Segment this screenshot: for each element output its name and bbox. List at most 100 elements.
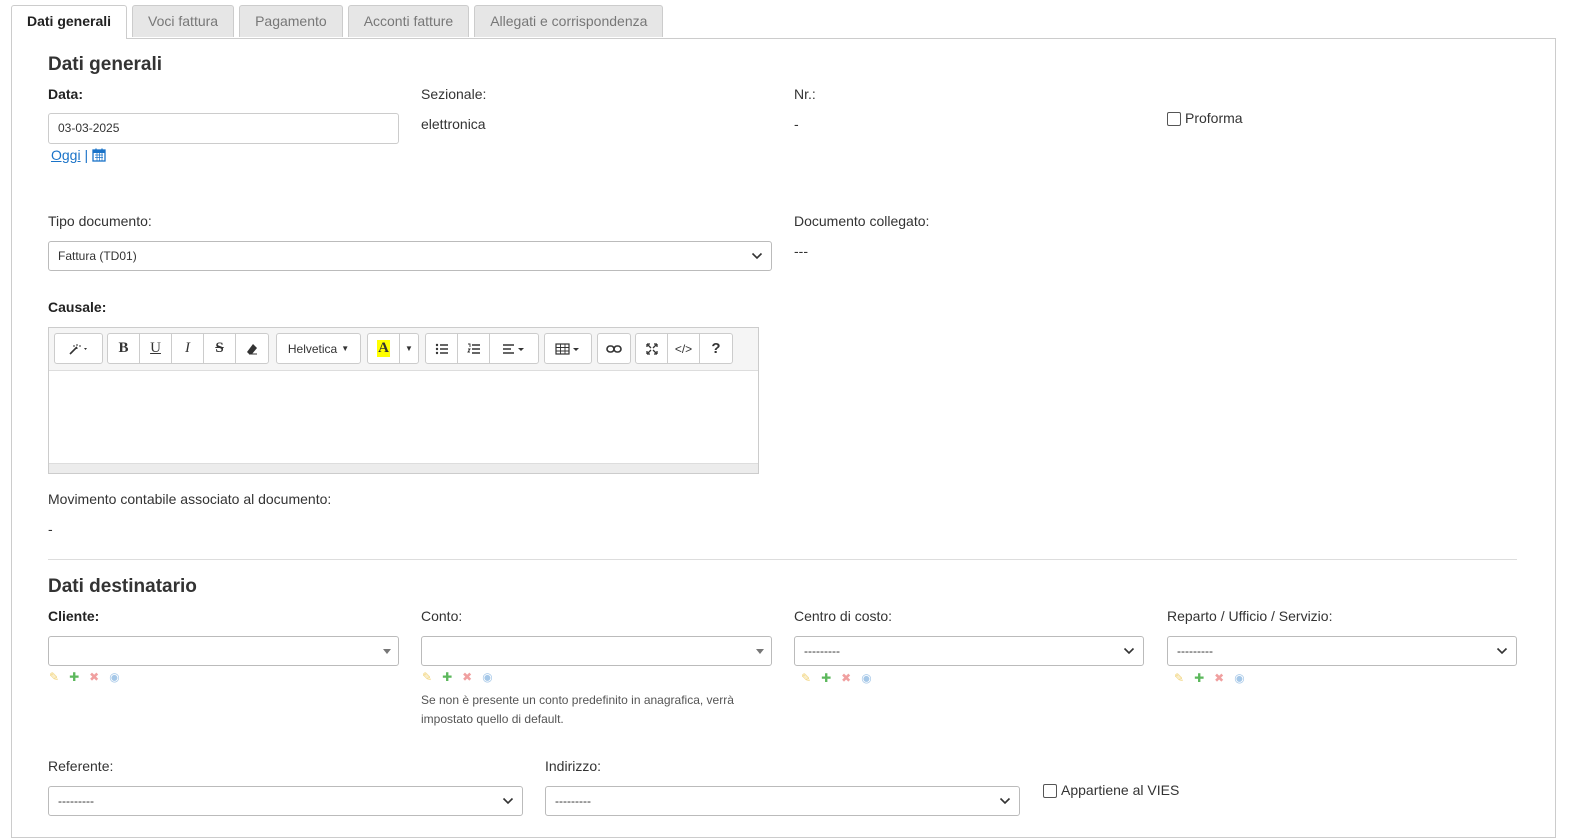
help-button[interactable]: ?: [700, 334, 732, 363]
centro-costo-actions: ✎ ✚ ✖ ◉: [801, 671, 872, 685]
cliente-select[interactable]: [48, 636, 399, 666]
fullscreen-icon[interactable]: [636, 334, 668, 363]
chevron-down-icon: [502, 787, 514, 825]
format-group: B U I S: [107, 333, 269, 364]
caret-down-icon: [756, 649, 764, 654]
tab-acconti-fatture[interactable]: Acconti fatture: [347, 5, 470, 37]
font-group: Helvetica ▼: [276, 333, 361, 364]
nr-label: Nr.:: [794, 86, 816, 102]
cliente-label: Cliente:: [48, 608, 100, 624]
font-name-dropdown[interactable]: Helvetica ▼: [277, 334, 360, 363]
bold-button[interactable]: B: [108, 334, 140, 363]
eye-icon[interactable]: ◉: [861, 671, 871, 685]
conto-help-text: Se non è presente un conto predefinito i…: [421, 693, 734, 726]
text-color-button[interactable]: A: [368, 334, 400, 363]
table-icon[interactable]: [545, 334, 591, 363]
close-icon[interactable]: ✖: [1214, 671, 1224, 685]
documento-collegato-label: Documento collegato:: [794, 213, 930, 229]
section-title-recipient: Dati destinatario: [48, 576, 197, 597]
italic-button[interactable]: I: [172, 334, 204, 363]
pencil-icon[interactable]: ✎: [801, 671, 811, 685]
reparto-label: Reparto / Ufficio / Servizio:: [1167, 608, 1333, 624]
plus-icon[interactable]: ✚: [1194, 671, 1204, 685]
chevron-down-icon: [751, 242, 763, 280]
magic-style-button[interactable]: [55, 334, 102, 363]
centro-costo-select[interactable]: ---------: [794, 636, 1144, 666]
reparto-select[interactable]: ---------: [1167, 636, 1517, 666]
data-input[interactable]: 03-03-2025: [48, 113, 399, 144]
pencil-icon[interactable]: ✎: [1174, 671, 1184, 685]
pencil-icon[interactable]: ✎: [49, 670, 59, 684]
sezionale-value: elettronica: [421, 116, 486, 132]
color-dropdown-button[interactable]: ▼: [400, 334, 418, 363]
indirizzo-value: ---------: [555, 794, 591, 808]
eye-icon[interactable]: ◉: [482, 670, 492, 684]
centro-costo-label: Centro di costo:: [794, 608, 893, 624]
referente-label: Referente:: [48, 758, 114, 774]
eye-icon[interactable]: ◉: [109, 670, 119, 684]
editor-content-area[interactable]: [49, 371, 758, 465]
calendar-icon[interactable]: [92, 148, 106, 165]
causale-label: Causale:: [48, 299, 107, 315]
conto-actions: ✎ ✚ ✖ ◉: [422, 670, 493, 684]
movimento-value: -: [48, 521, 53, 537]
section-title-general: Dati generali: [48, 54, 163, 75]
caret-down-icon: [383, 649, 391, 654]
chevron-down-icon: [1123, 637, 1135, 675]
data-label: Data:: [48, 86, 84, 102]
section-divider: [48, 559, 1517, 560]
indirizzo-label: Indirizzo:: [545, 758, 602, 774]
strikethrough-button[interactable]: S: [204, 334, 236, 363]
separator: |: [84, 147, 89, 163]
tipo-documento-value: Fattura (TD01): [58, 249, 137, 263]
tipo-documento-select[interactable]: Fattura (TD01): [48, 241, 772, 271]
conto-label: Conto:: [421, 608, 463, 624]
ordered-list-icon[interactable]: [458, 334, 490, 363]
tab-allegati[interactable]: Allegati e corrispondenza: [474, 5, 664, 37]
tab-voci-fattura[interactable]: Voci fattura: [132, 5, 235, 37]
cliente-actions: ✎ ✚ ✖ ◉: [49, 670, 120, 684]
list-group: [425, 333, 539, 364]
close-icon[interactable]: ✖: [89, 670, 99, 684]
editor-resize-bar[interactable]: [49, 463, 758, 473]
plus-icon[interactable]: ✚: [821, 671, 831, 685]
centro-costo-value: ---------: [804, 644, 840, 658]
oggi-link[interactable]: Oggi: [51, 147, 81, 163]
paragraph-align-icon[interactable]: [490, 334, 538, 363]
reparto-value: ---------: [1177, 644, 1213, 658]
plus-icon[interactable]: ✚: [69, 670, 79, 684]
link-icon[interactable]: [598, 334, 630, 363]
plus-icon[interactable]: ✚: [442, 670, 452, 684]
conto-select[interactable]: [421, 636, 772, 666]
proforma-checkbox[interactable]: [1167, 112, 1181, 126]
link-group: [597, 333, 631, 364]
documento-collegato-value: ---: [794, 243, 808, 259]
chevron-down-icon: [999, 787, 1011, 825]
referente-value: ---------: [58, 794, 94, 808]
eraser-icon[interactable]: [236, 334, 268, 363]
movimento-label: Movimento contabile associato al documen…: [48, 491, 332, 507]
tab-bar: Dati generali Voci fattura Pagamento Acc…: [11, 5, 664, 39]
indirizzo-select[interactable]: ---------: [545, 786, 1020, 816]
tab-dati-generali[interactable]: Dati generali: [11, 5, 128, 39]
unordered-list-icon[interactable]: [426, 334, 458, 363]
sezionale-label: Sezionale:: [421, 86, 487, 102]
pencil-icon[interactable]: ✎: [422, 670, 432, 684]
eye-icon[interactable]: ◉: [1234, 671, 1244, 685]
tab-pagamento[interactable]: Pagamento: [239, 5, 343, 37]
editor-toolbar: B U I S Helvetica ▼ A ▼ </> ?: [49, 328, 758, 371]
causale-editor: B U I S Helvetica ▼ A ▼ </> ?: [48, 327, 759, 474]
style-group: [54, 333, 103, 364]
table-group: [544, 333, 592, 364]
chevron-down-icon: [1496, 637, 1508, 675]
vies-checkbox[interactable]: [1043, 784, 1057, 798]
underline-button[interactable]: U: [140, 334, 172, 363]
referente-select[interactable]: ---------: [48, 786, 523, 816]
proforma-label: Proforma: [1185, 110, 1243, 126]
tipo-documento-label: Tipo documento:: [48, 213, 152, 229]
color-group: A ▼: [367, 333, 419, 364]
code-view-button[interactable]: </>: [668, 334, 700, 363]
close-icon[interactable]: ✖: [462, 670, 472, 684]
close-icon[interactable]: ✖: [841, 671, 851, 685]
vies-label: Appartiene al VIES: [1061, 782, 1180, 798]
